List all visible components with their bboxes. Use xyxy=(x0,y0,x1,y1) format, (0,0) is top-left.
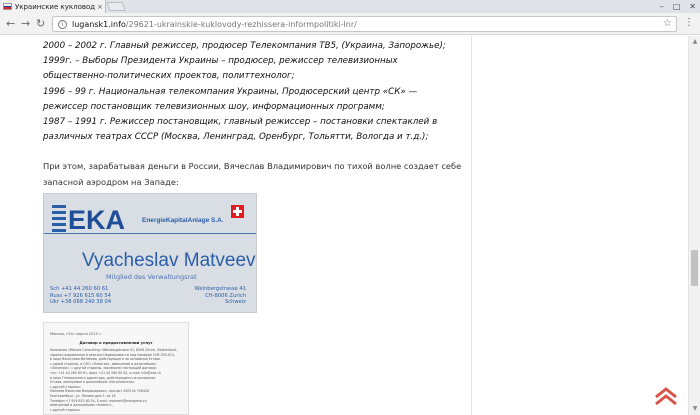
quote-line: 1999г. – Выборы Президента Украины – про… xyxy=(43,56,398,67)
maximize-icon[interactable]: □ xyxy=(673,2,681,11)
quote-line: 2000 – 2002 г. Главный режиссер, продюсе… xyxy=(43,41,446,51)
page-scrollbar[interactable]: ▲ ▼ xyxy=(688,36,700,415)
browser-toolbar: ← → ↻ i lugansk1.info/29621-ukrainskie-k… xyxy=(0,13,700,35)
minimize-icon[interactable]: – xyxy=(660,2,664,11)
logo-bracket-icon xyxy=(48,203,68,233)
window-controls: – □ ✕ xyxy=(660,0,696,13)
quote-line: различных театрах СССР (Москва, Ленингра… xyxy=(43,132,429,143)
card-phone: Sch +41 44 260 60 61 xyxy=(50,286,109,292)
content-divider xyxy=(471,36,472,415)
article-paragraph: При этом, зарабатывая деньги в России, В… xyxy=(43,159,463,190)
scroll-down-icon[interactable]: ▼ xyxy=(689,403,700,415)
company-name: EnergieKapitalAnlage S.A. xyxy=(142,217,224,224)
paragraph-line: запасной аэродром на Западе: xyxy=(43,176,179,187)
paragraph-line: При этом, зарабатывая деньги в России, В… xyxy=(43,161,462,171)
card-address: Weinbergstrasse 41 CH-8006 Zurich Schwei… xyxy=(186,286,246,306)
info-icon[interactable]: i xyxy=(58,19,67,29)
browser-tab[interactable]: Украинские кукловоды × xyxy=(0,0,106,13)
bookmark-star-icon[interactable]: ☆ xyxy=(663,18,672,29)
quote-line: 1996 – 99 г. Национальная телекомпания У… xyxy=(43,86,418,97)
address-bar[interactable]: i lugansk1.info/29621-ukrainskie-kuklovo… xyxy=(52,16,677,32)
card-phone: Ukr +38 068 240 38 04 xyxy=(50,299,112,305)
back-to-top-icon[interactable] xyxy=(654,386,678,406)
logo-text: EKA xyxy=(68,205,126,235)
business-card-image[interactable]: EKA EnergieKapitalAnlage S.A. Vyacheslav… xyxy=(43,193,257,313)
card-address-line: Schweiz xyxy=(224,299,246,305)
back-arrow-icon[interactable]: ← xyxy=(6,17,15,31)
document-line: с другой стороны xyxy=(50,407,80,412)
swiss-flag-icon xyxy=(231,205,244,218)
tab-close-icon[interactable]: × xyxy=(97,3,103,11)
window-close-icon[interactable]: ✕ xyxy=(689,2,696,11)
page-content: 2000 – 2002 г. Главный режиссер, продюсе… xyxy=(0,36,688,415)
scroll-thumb[interactable] xyxy=(691,250,698,286)
card-address-line: Weinbergstrasse 41 xyxy=(194,286,246,292)
document-line: Компания «Matvee Consulting» Weinbergstr… xyxy=(50,348,177,352)
contract-document-image[interactable]: Москва, «24» марта 2015 г. Договор о пре… xyxy=(43,322,189,415)
card-person-role: Mitglied des Verwaltungsrat xyxy=(106,273,197,281)
document-date: Москва, «24» марта 2015 г. xyxy=(50,332,103,336)
card-phone-list: Sch +41 44 260 60 61 Russ +7 926 615 60 … xyxy=(50,286,111,306)
eka-logo: EKA xyxy=(48,203,126,235)
scroll-up-icon[interactable]: ▲ xyxy=(689,36,700,48)
quote-line: 1987 – 1991 г. Режиссер постановщик, гла… xyxy=(43,117,438,128)
forward-arrow-icon[interactable]: → xyxy=(21,17,30,31)
new-tab-button[interactable] xyxy=(106,2,126,11)
reload-icon[interactable]: ↻ xyxy=(36,17,45,31)
biography-quote: 2000 – 2002 г. Главный режиссер, продюсе… xyxy=(43,39,463,145)
url-host: lugansk1.info xyxy=(72,19,126,29)
card-person-name: Vyacheslav Matveev xyxy=(82,250,256,271)
browser-menu-icon[interactable]: ⋮ xyxy=(684,17,694,29)
title-bar: Украинские кукловоды × – □ ✕ xyxy=(0,0,700,13)
url-path: /29621-ukrainskie-kuklovody-rezhissera-i… xyxy=(125,19,357,29)
quote-line: общественно-политических проектов, полит… xyxy=(43,71,295,82)
document-title: Договор о предоставлении услуг xyxy=(79,340,153,345)
russia-flag-icon xyxy=(3,3,12,10)
card-divider xyxy=(44,233,256,234)
quote-line: режиссер постановщик телевизионных шоу, … xyxy=(43,101,385,112)
tab-title: Украинские кукловоды xyxy=(15,2,95,11)
